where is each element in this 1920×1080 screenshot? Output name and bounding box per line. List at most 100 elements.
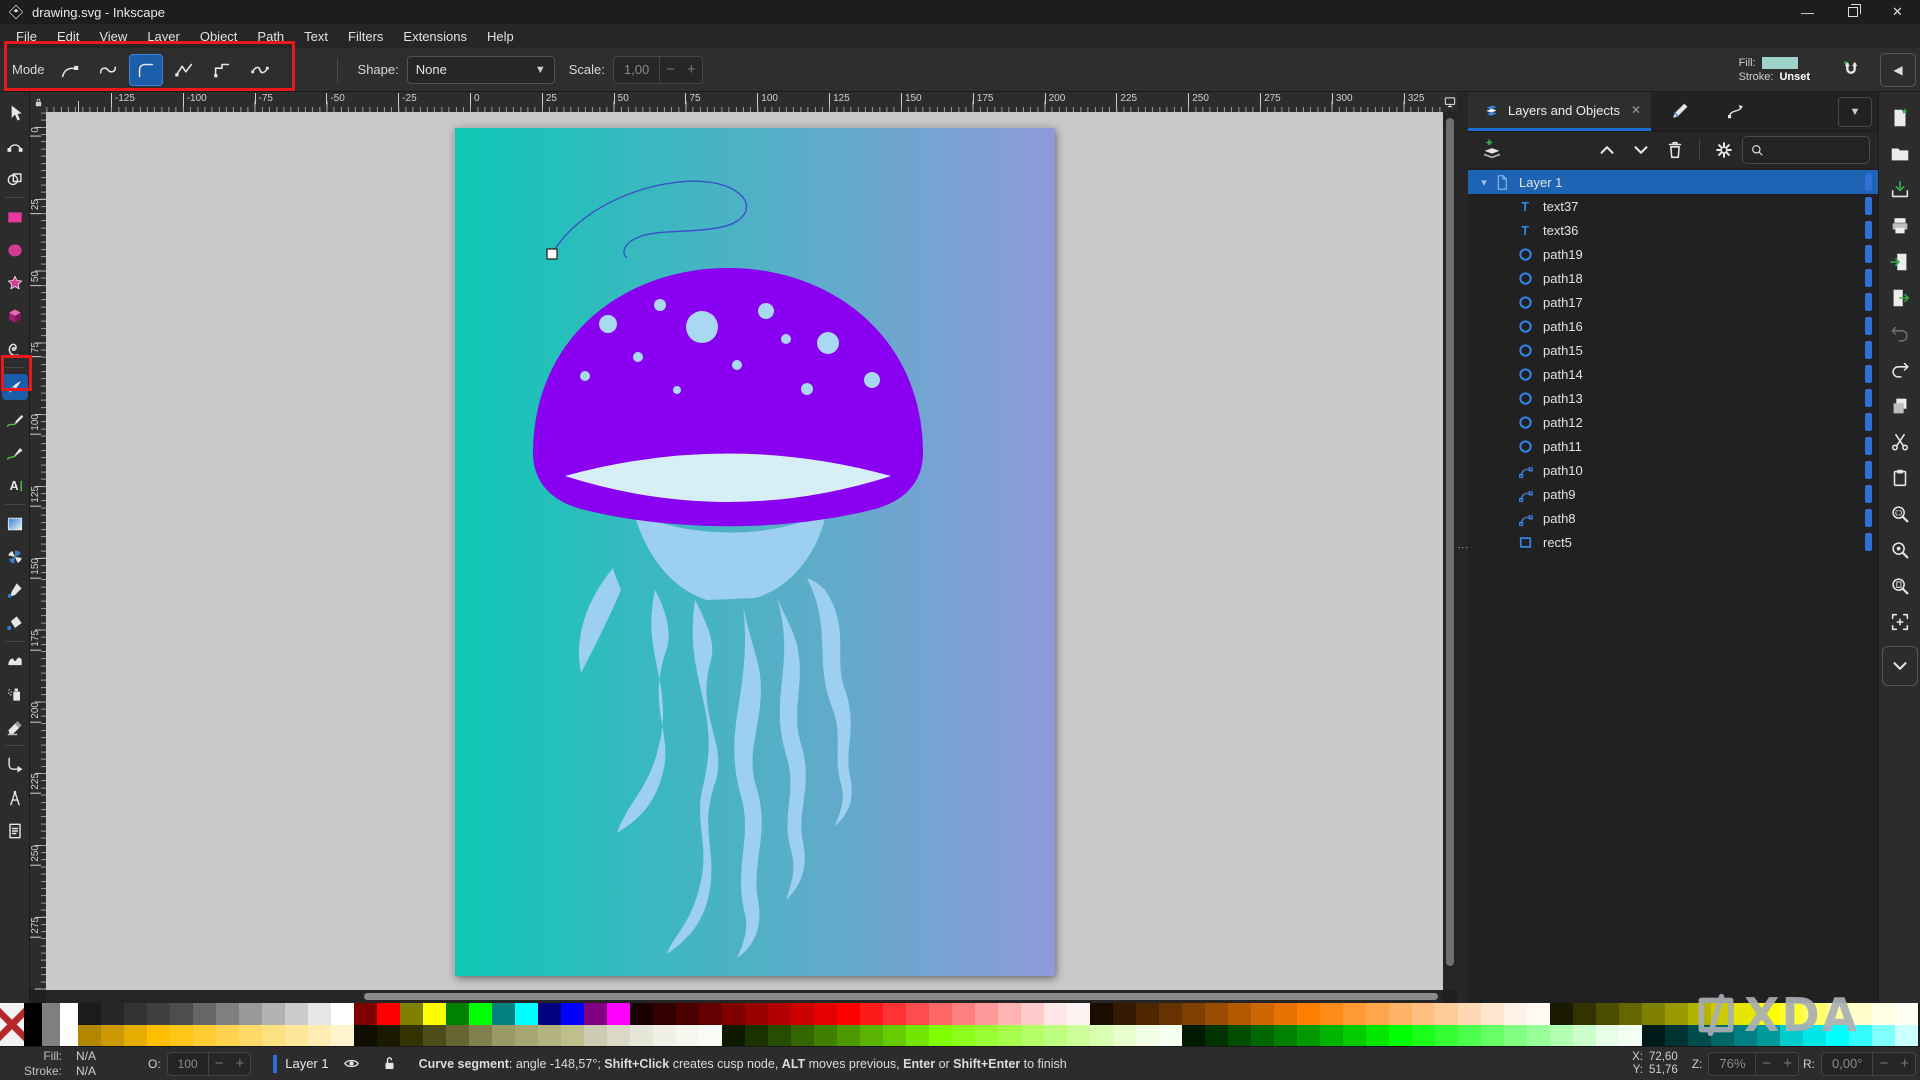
pencil-tool[interactable] <box>2 407 28 433</box>
current-layer-selector[interactable]: Layer 1 <box>285 1056 328 1071</box>
zoom-stepper[interactable]: − + <box>1756 1051 1799 1076</box>
palette-swatch[interactable] <box>584 1024 607 1046</box>
layer-row[interactable]: ▾ Layer 1 <box>1468 170 1878 194</box>
visibility-indicator[interactable] <box>1865 485 1872 503</box>
palette-swatch[interactable] <box>354 1024 377 1046</box>
palette-swatch[interactable] <box>446 1003 469 1025</box>
vertical-ruler[interactable]: 0 25 50 75 100 125 150 175 200 225 250 275 <box>30 112 46 990</box>
redo-button[interactable] <box>1884 355 1916 385</box>
horizontal-scrollbar-thumb[interactable] <box>364 993 1438 1000</box>
layer-row[interactable]: path13 <box>1468 386 1878 410</box>
tab-close-icon[interactable]: ✕ <box>1631 103 1641 117</box>
palette-swatch[interactable] <box>1665 1024 1688 1046</box>
palette-swatch[interactable] <box>1734 1024 1757 1046</box>
pen-mode-button[interactable] <box>205 54 239 86</box>
palette-swatch[interactable] <box>1642 1024 1665 1046</box>
black-swatch[interactable] <box>24 1003 42 1046</box>
rotation-input[interactable]: 0,00° <box>1820 1051 1874 1076</box>
layer-row[interactable]: path12 <box>1468 410 1878 434</box>
palette-swatch[interactable] <box>1504 1003 1527 1025</box>
visibility-indicator[interactable] <box>1865 173 1872 191</box>
palette-swatch[interactable] <box>653 1024 676 1046</box>
palette-swatch[interactable] <box>906 1024 929 1046</box>
layer-row[interactable]: path14 <box>1468 362 1878 386</box>
rotation-stepper[interactable]: − + <box>1873 1051 1916 1076</box>
menu-item[interactable]: Layer <box>137 26 190 47</box>
ruler-lock-corner[interactable] <box>30 92 46 112</box>
palette-swatch[interactable] <box>377 1003 400 1025</box>
palette-swatch[interactable] <box>814 1024 837 1046</box>
star-tool[interactable] <box>2 270 28 296</box>
opacity-input[interactable]: 100 <box>166 1051 209 1076</box>
selector-tool[interactable] <box>2 100 28 126</box>
palette-swatch[interactable] <box>1021 1024 1044 1046</box>
palette-swatch[interactable] <box>745 1024 768 1046</box>
palette-swatch[interactable] <box>1435 1024 1458 1046</box>
layer-row[interactable]: text37 <box>1468 194 1878 218</box>
shape-builder-tool[interactable] <box>2 166 28 192</box>
visibility-indicator[interactable] <box>1865 389 1872 407</box>
palette-swatch[interactable] <box>814 1003 837 1025</box>
palette-swatch[interactable] <box>423 1003 446 1025</box>
palette-swatch[interactable] <box>1366 1024 1389 1046</box>
palette-swatch[interactable] <box>1044 1024 1067 1046</box>
palette-swatch[interactable] <box>676 1003 699 1025</box>
palette-swatch[interactable] <box>1251 1003 1274 1025</box>
palette-swatch[interactable] <box>1205 1024 1228 1046</box>
scale-increment-button[interactable]: + <box>681 61 702 78</box>
menu-item[interactable]: Object <box>190 26 248 47</box>
palette-swatch[interactable] <box>584 1003 607 1025</box>
layer-row[interactable]: path16 <box>1468 314 1878 338</box>
vertical-scrollbar[interactable] <box>1443 112 1457 990</box>
palette-swatch[interactable] <box>538 1003 561 1025</box>
palette-swatch[interactable] <box>1780 1024 1803 1046</box>
undo-button[interactable] <box>1884 319 1916 349</box>
scale-decrement-button[interactable]: − <box>660 61 681 78</box>
measure-tool[interactable] <box>2 785 28 811</box>
palette-swatch[interactable] <box>469 1024 492 1046</box>
palette-swatch[interactable] <box>101 1024 124 1046</box>
menu-item[interactable]: Help <box>477 26 524 47</box>
palette-swatch[interactable] <box>561 1024 584 1046</box>
palette-swatch[interactable] <box>147 1003 170 1025</box>
spiral-tool[interactable] <box>2 336 28 362</box>
palette-swatch[interactable] <box>515 1003 538 1025</box>
palette-swatch[interactable] <box>1297 1003 1320 1025</box>
move-up-button[interactable] <box>1591 136 1623 164</box>
zoom-decrement-button[interactable]: − <box>1756 1055 1777 1072</box>
palette-swatch[interactable] <box>216 1003 239 1025</box>
palette-swatch[interactable] <box>1159 1003 1182 1025</box>
palette-swatch[interactable] <box>1090 1003 1113 1025</box>
palette-swatch[interactable] <box>768 1003 791 1025</box>
palette-swatch[interactable] <box>147 1024 170 1046</box>
export-button[interactable] <box>1884 283 1916 313</box>
pen-mode-button[interactable] <box>53 54 87 86</box>
palette-swatch[interactable] <box>1228 1003 1251 1025</box>
menu-item[interactable]: Extensions <box>393 26 477 47</box>
palette-swatch[interactable] <box>1872 1003 1895 1025</box>
layer-row[interactable]: path10 <box>1468 458 1878 482</box>
horizontal-scrollbar[interactable] <box>46 990 1443 1003</box>
layer-row[interactable]: rect5 <box>1468 530 1878 554</box>
rotation-increment-button[interactable]: + <box>1894 1055 1915 1072</box>
palette-swatch[interactable] <box>515 1024 538 1046</box>
opacity-stepper[interactable]: − + <box>208 1051 252 1076</box>
new-document-button[interactable] <box>1884 103 1916 133</box>
palette-swatch[interactable] <box>1642 1003 1665 1025</box>
pen-bezier-tool[interactable] <box>1 373 28 400</box>
palette-swatch[interactable] <box>699 1024 722 1046</box>
palette-swatch[interactable] <box>262 1024 285 1046</box>
layer-row[interactable]: text36 <box>1468 218 1878 242</box>
visibility-indicator[interactable] <box>1865 317 1872 335</box>
menu-item[interactable]: File <box>6 26 47 47</box>
eraser-tool[interactable] <box>2 714 28 740</box>
print-button[interactable] <box>1884 211 1916 241</box>
node-editor-tool[interactable] <box>2 133 28 159</box>
palette-swatch[interactable] <box>952 1024 975 1046</box>
palette-swatch[interactable] <box>1113 1003 1136 1025</box>
palette-swatch[interactable] <box>1481 1003 1504 1025</box>
palette-swatch[interactable] <box>124 1024 147 1046</box>
palette-swatch[interactable] <box>1274 1024 1297 1046</box>
menu-item[interactable]: Text <box>294 26 338 47</box>
palette-swatch[interactable] <box>1274 1003 1297 1025</box>
